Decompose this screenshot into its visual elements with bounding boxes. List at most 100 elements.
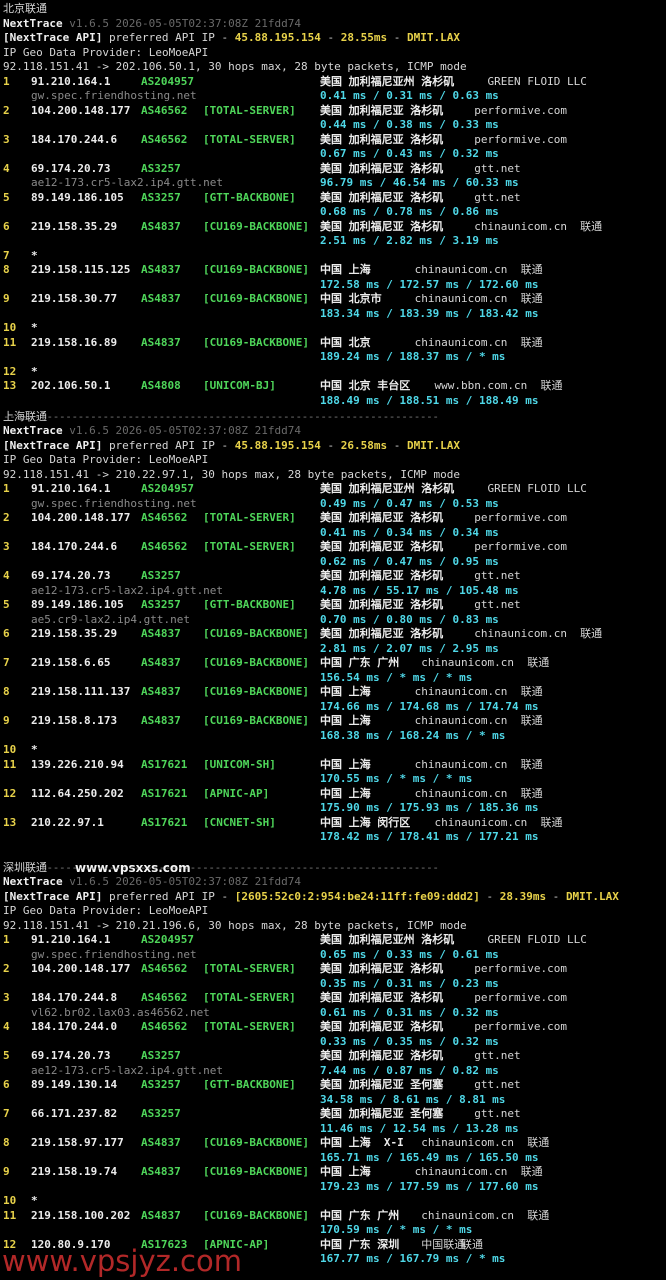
hop-number: 12 xyxy=(3,786,17,800)
hop-row: 11 219.158.16.89 AS4837 [CU169-BACKBONE] 中国 … xyxy=(3,336,663,351)
hop-asn: AS3257 xyxy=(141,569,181,582)
hop-asn: AS46562 xyxy=(141,103,188,117)
hop-number: 4 xyxy=(3,161,10,175)
hop-ip: 219.158.97.177 xyxy=(31,1136,124,1149)
hop-tag: [CU169-BACKBONE] xyxy=(203,1136,309,1149)
hop-geo: 美国 加利福尼亚 洛杉矶 xyxy=(320,991,444,1004)
hop-number: 9 xyxy=(3,714,10,727)
hop-domain: chinaunicom.cn xyxy=(414,685,508,698)
hop-isp: 联通 xyxy=(520,263,543,276)
hop-domain: performive.com xyxy=(474,511,567,524)
hop-row: 1 91.210.164.1 AS204957 美国 加利福尼亚州 洛杉矶 GREEN … xyxy=(3,75,663,90)
hop-asn: AS17621 xyxy=(141,757,188,771)
hop-geo: 中国 广东 深圳 xyxy=(320,1237,400,1251)
hop-ip: 104.200.148.177 xyxy=(31,103,131,117)
hop-latency: 179.23 ms / 177.59 ms / 177.60 ms xyxy=(320,1179,539,1193)
hop-row: 9 219.158.30.77 AS4837 [CU169-BACKBONE] 中国 北… xyxy=(3,292,663,307)
api-latency: 28.55ms xyxy=(340,31,388,44)
hop-geo: 美国 加利福尼亚 洛杉矶 xyxy=(320,627,444,640)
section-separator: ----------------------------------------… xyxy=(3,860,439,874)
hop-latency: 96.79 ms / 46.54 ms / 60.33 ms xyxy=(320,176,519,189)
hop-number: 6 xyxy=(3,1078,10,1091)
hop-latency: 4.78 ms / 55.17 ms / 105.48 ms xyxy=(320,583,519,597)
hop-detail-row: ae12-173.cr5-lax2.ip4.gtt.net 7.44 ms / 0… xyxy=(3,1064,663,1079)
hop-ip: 69.174.20.73 xyxy=(31,1049,111,1062)
hop-row: 3 184.170.244.6 AS46562 [TOTAL-SERVER] 美国 加利… xyxy=(3,133,663,148)
hop-tag: [APNIC-AP] xyxy=(203,1237,270,1251)
api-sep: - xyxy=(387,31,407,44)
hop-ip: 219.158.115.125 xyxy=(31,263,131,276)
hop-geo: 美国 加利福尼亚 洛杉矶 xyxy=(320,1020,444,1033)
hop-row: 11 219.158.100.202 AS4837 [CU169-BACKBONE] 中… xyxy=(3,1209,663,1224)
hop-ip: 120.80.9.170 xyxy=(31,1237,111,1251)
hop-geo: 中国 上海 X-I xyxy=(320,1136,404,1149)
hop-latency: 7.44 ms / 0.87 ms / 0.82 ms xyxy=(320,1063,499,1077)
hop-detail-row: 179.23 ms / 177.59 ms / 177.60 ms xyxy=(3,1180,663,1195)
hop-asn: AS4837 xyxy=(141,656,181,669)
hop-latency: 0.70 ms / 0.80 ms / 0.83 ms xyxy=(320,612,499,626)
hop-domain: chinaunicom.cn xyxy=(421,1208,515,1222)
hop-domain: 中国联通 xyxy=(421,1237,466,1251)
hop-asn: AS4837 xyxy=(141,627,181,640)
hop-isp: 联通 xyxy=(520,1165,543,1178)
hop-number: 6 xyxy=(3,627,10,640)
hop-domain: chinaunicom.cn xyxy=(474,219,567,233)
hop-detail-row: 0.67 ms / 0.43 ms / 0.32 ms xyxy=(3,147,663,162)
hop-asn: AS4837 xyxy=(141,714,181,727)
hop-tag: [GTT-BACKBONE] xyxy=(203,598,296,611)
hop-number: 13 xyxy=(3,815,17,829)
section-title: 北京联通 xyxy=(3,2,663,17)
hop-domain: chinaunicom.cn xyxy=(434,815,528,829)
hop-ip: 89.149.186.105 xyxy=(31,190,124,204)
hop-number: 9 xyxy=(3,292,10,305)
hop-latency: 172.58 ms / 172.57 ms / 172.60 ms xyxy=(320,277,539,291)
hop-asn: AS3257 xyxy=(141,190,181,204)
hop-ip: 112.64.250.202 xyxy=(31,786,124,800)
api-datacenter: DMIT.LAX xyxy=(406,438,460,452)
hop-row: 7 219.158.6.65 AS4837 [CU169-BACKBONE] 中国 广东… xyxy=(3,656,663,671)
hop-row: 2 104.200.148.177 AS46562 [TOTAL-SERVER] 美国 … xyxy=(3,962,663,977)
hop-asn: AS3257 xyxy=(141,1107,181,1120)
hop-number: 7 xyxy=(3,248,10,262)
hop-domain: GREEN FLOID LLC xyxy=(487,74,587,88)
hop-row: 5 89.149.186.105 AS3257 [GTT-BACKBONE] 美国 加利… xyxy=(3,598,663,613)
region-title: 北京联通 xyxy=(3,2,47,15)
hop-domain: chinaunicom.cn xyxy=(414,1165,508,1178)
api-sep: - xyxy=(387,438,407,452)
hop-asn: AS17621 xyxy=(141,815,188,829)
route-line: 92.118.151.41 -> 202.106.50.1, 30 hops m… xyxy=(3,60,663,75)
hop-detail-row: 165.71 ms / 165.49 ms / 165.50 ms xyxy=(3,1151,663,1166)
app-name: NextTrace xyxy=(3,424,63,437)
hop-geo: 美国 加利福尼亚 洛杉矶 xyxy=(320,132,444,146)
hop-ip: 184.170.244.6 xyxy=(31,540,118,553)
hop-ip: 184.170.244.8 xyxy=(31,991,118,1004)
hop-detail-row: 174.66 ms / 174.68 ms / 174.74 ms xyxy=(3,700,663,715)
hop-detail-row: 0.41 ms / 0.34 ms / 0.34 ms xyxy=(3,526,663,541)
hop-latency: 0.49 ms / 0.47 ms / 0.53 ms xyxy=(320,496,499,510)
version-line: NextTrace v1.6.5 2026-05-05T02:37:08Z 21f… xyxy=(3,424,663,439)
hop-ip: 91.210.164.1 xyxy=(31,482,111,495)
hop-number: 10 xyxy=(3,321,17,334)
hop-detail-row: 175.90 ms / 175.93 ms / 185.36 ms xyxy=(3,801,663,816)
hop-number: 5 xyxy=(3,598,10,611)
hop-tag: [TOTAL-SERVER] xyxy=(203,540,296,553)
trace-section: 北京联通 NextTrace v1.6.5 2026-05-05T02:37:08Z… xyxy=(3,2,663,408)
hop-latency: 0.62 ms / 0.47 ms / 0.95 ms xyxy=(320,554,499,568)
hop-geo: 中国 北京市 xyxy=(320,292,382,305)
hop-number: 7 xyxy=(3,656,10,669)
hop-domain: gtt.net xyxy=(474,569,521,582)
hop-geo: 美国 加利福尼亚 圣何塞 xyxy=(320,1078,444,1091)
hop-domain: performive.com xyxy=(474,962,567,975)
api-sep: - xyxy=(320,438,341,452)
hop-asn: AS46562 xyxy=(141,540,188,553)
hop-tag: [CU169-BACKBONE] xyxy=(203,1208,309,1222)
hop-tag: [CU169-BACKBONE] xyxy=(203,714,309,727)
hop-isp: 联通 xyxy=(527,656,550,669)
hop-latency: 188.49 ms / 188.51 ms / 188.49 ms xyxy=(320,393,539,407)
hop-latency: 170.59 ms / * ms / * ms xyxy=(320,1223,473,1236)
hop-tag: [CU169-BACKBONE] xyxy=(203,292,309,305)
hop-latency: 2.81 ms / 2.07 ms / 2.95 ms xyxy=(320,641,499,655)
hop-geo: 美国 加利福尼亚 洛杉矶 xyxy=(320,219,444,233)
hop-isp: 联通 xyxy=(520,786,543,800)
hop-ip: 89.149.186.105 xyxy=(31,598,124,611)
